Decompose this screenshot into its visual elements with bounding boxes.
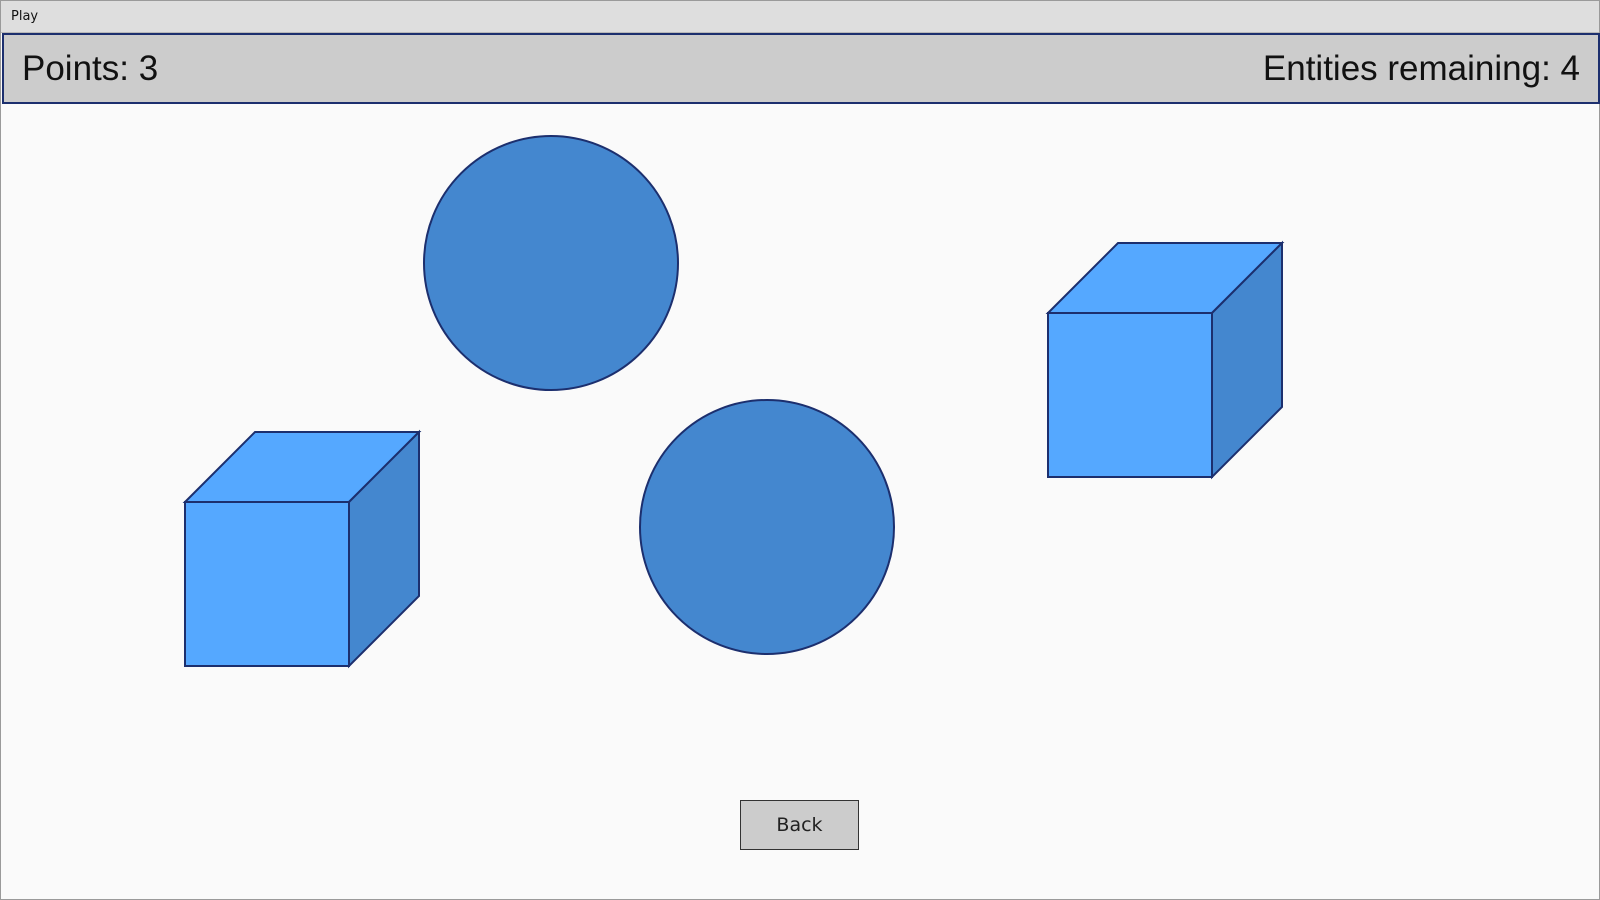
entities-remaining-counter: Entities remaining: 4 [1262,49,1580,88]
points-counter: Points: 3 [22,49,159,88]
circle-entity[interactable] [639,399,895,655]
title-bar: Play [1,1,1599,33]
cube-entity[interactable] [182,429,422,669]
circle-entity[interactable] [423,135,679,391]
cube-front-face [1047,312,1213,478]
cube-front-face [184,501,350,667]
back-button[interactable]: Back [740,800,859,850]
score-bar: Points: 3 Entities remaining: 4 [2,33,1600,104]
cube-entity[interactable] [1045,240,1285,480]
window-title: Play [11,9,39,24]
